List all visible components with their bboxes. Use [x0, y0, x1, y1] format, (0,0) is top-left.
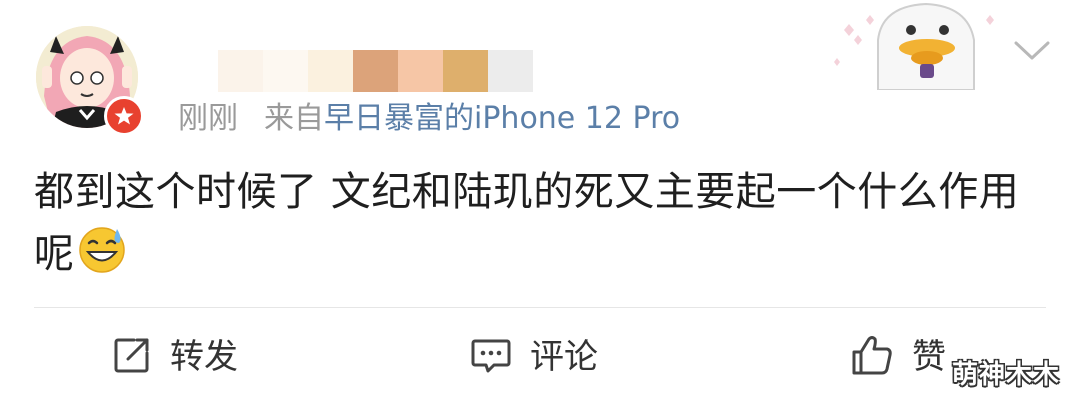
- comment-icon: [470, 335, 512, 379]
- comment-button[interactable]: 评论: [470, 334, 598, 380]
- username-mask: [218, 50, 533, 92]
- repost-label: 转发: [170, 337, 238, 377]
- repost-icon: [112, 335, 152, 379]
- comment-label: 评论: [530, 337, 598, 377]
- goose-sticker: [826, 0, 996, 91]
- divider: [34, 307, 1046, 308]
- like-button[interactable]: 赞: [850, 334, 946, 380]
- thumbs-up-icon: [850, 333, 894, 381]
- post-text: 都到这个时候了 文纪和陆玑的死又主要起一个什么作用呢: [34, 161, 1044, 293]
- verified-badge-icon: [104, 96, 144, 136]
- source-prefix: 来自: [264, 101, 324, 136]
- sweat-smile-emoji: [77, 225, 127, 293]
- watermark: 萌神木木: [952, 360, 1061, 390]
- like-label: 赞: [912, 337, 946, 377]
- post-meta: 刚刚 来自早日暴富的iPhone 12 Pro: [178, 101, 680, 137]
- source-device-link[interactable]: 早日暴富的iPhone 12 Pro: [324, 101, 680, 136]
- chevron-down-icon[interactable]: [1012, 38, 1052, 64]
- post-time: 刚刚: [178, 101, 238, 136]
- post-text-content: 都到这个时候了 文纪和陆玑的死又主要起一个什么作用呢: [34, 169, 1020, 277]
- repost-button[interactable]: 转发: [112, 334, 238, 380]
